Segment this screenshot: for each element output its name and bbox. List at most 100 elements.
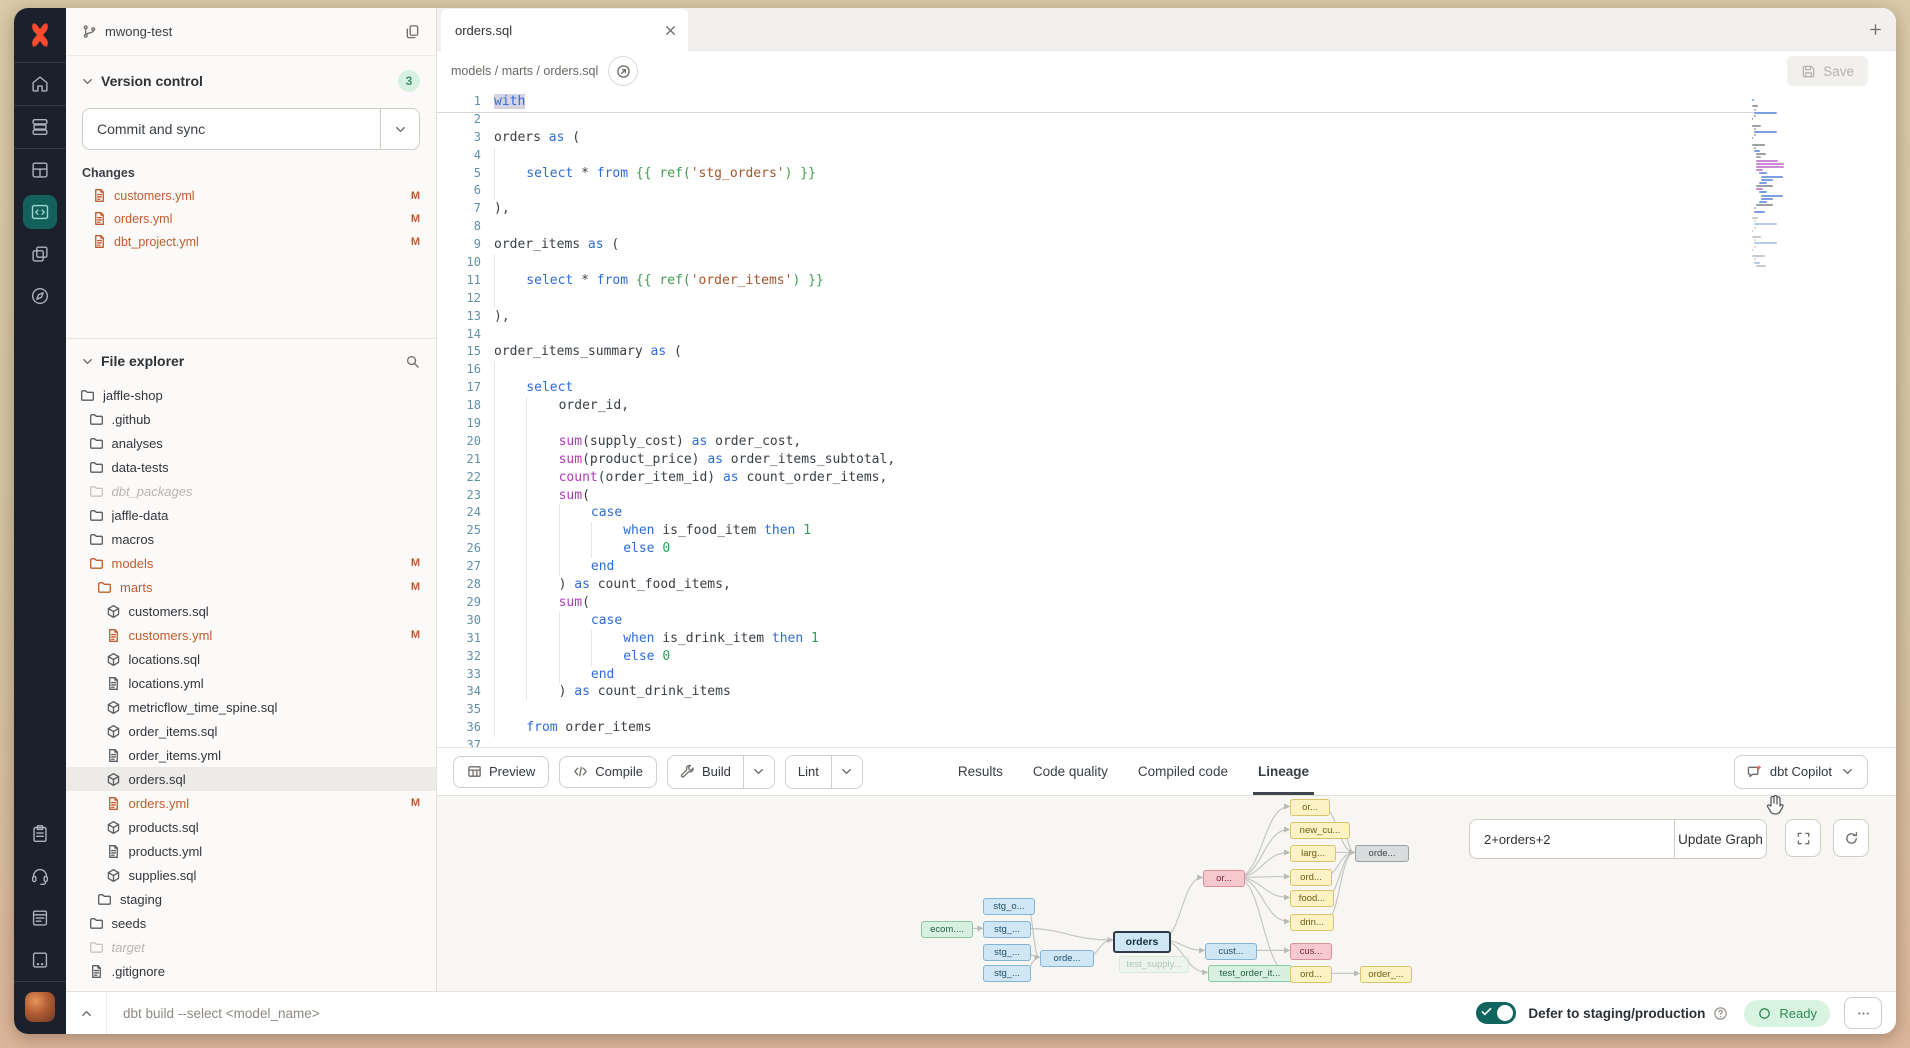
refresh-graph-button[interactable] — [1833, 819, 1869, 857]
code-line[interactable]: 12 — [437, 290, 1896, 308]
search-icon[interactable] — [405, 354, 420, 369]
tree-item[interactable]: .github — [66, 407, 436, 431]
lineage-node[interactable]: ord... — [1290, 966, 1332, 983]
lineage-node[interactable]: or... — [1203, 870, 1245, 887]
nav-apps-icon[interactable] — [14, 939, 66, 981]
version-control-title[interactable]: Version control — [101, 73, 398, 89]
tree-item[interactable]: .gitignore — [66, 959, 436, 983]
lineage-node[interactable]: cus... — [1290, 943, 1332, 960]
nav-docs-icon[interactable] — [14, 897, 66, 939]
lineage-node[interactable]: cust... — [1205, 943, 1257, 960]
code-line[interactable]: 11 select * from {{ ref('order_items') }… — [437, 272, 1896, 290]
expand-command-bar-button[interactable] — [66, 992, 107, 1034]
tree-item[interactable]: order_items.yml — [66, 743, 436, 767]
lineage-node[interactable]: stg_... — [983, 944, 1031, 961]
nav-support-icon[interactable] — [14, 855, 66, 897]
tree-item[interactable]: macros — [66, 527, 436, 551]
code-line[interactable]: 18 order_id, — [437, 397, 1896, 415]
code-line[interactable]: 31 when is_drink_item then 1 — [437, 630, 1896, 648]
tab-compiled-code[interactable]: Compiled code — [1123, 748, 1243, 795]
code-line[interactable]: 13), — [437, 308, 1896, 326]
nav-explore-icon[interactable] — [14, 275, 66, 317]
lineage-selector-input[interactable] — [1470, 820, 1674, 858]
nav-home-icon[interactable] — [14, 63, 66, 105]
code-line[interactable]: 20 sum(supply_cost) as order_cost, — [437, 433, 1896, 451]
code-line[interactable]: 7), — [437, 200, 1896, 218]
nav-develop-icon[interactable] — [14, 191, 66, 233]
code-line[interactable]: 15order_items_summary as ( — [437, 343, 1896, 361]
code-line[interactable]: 14 — [437, 326, 1896, 344]
editor-minimap[interactable] — [1752, 99, 1814, 291]
tree-item[interactable]: jaffle-data — [66, 503, 436, 527]
tree-item[interactable]: target — [66, 935, 436, 959]
tree-item[interactable]: analyses — [66, 431, 436, 455]
code-line[interactable]: 6 — [437, 182, 1896, 200]
lint-options-chevron[interactable] — [831, 756, 862, 788]
code-line[interactable]: 35 — [437, 701, 1896, 719]
nav-warehouse-icon[interactable] — [14, 106, 66, 148]
lineage-node[interactable]: test_supply... — [1119, 956, 1189, 973]
tree-item[interactable]: order_items.sql — [66, 719, 436, 743]
lineage-node[interactable]: orders — [1113, 931, 1171, 953]
lineage-node[interactable]: stg_... — [983, 921, 1031, 938]
code-line[interactable]: 22 count(order_item_id) as count_order_i… — [437, 469, 1896, 487]
tree-item[interactable]: martsM — [66, 575, 436, 599]
code-line[interactable]: 36 from order_items — [437, 719, 1896, 737]
tree-item[interactable]: modelsM — [66, 551, 436, 575]
tree-item[interactable]: customers.ymlM — [66, 623, 436, 647]
nav-orchestrate-icon[interactable] — [14, 233, 66, 275]
copy-pages-icon[interactable] — [405, 24, 420, 39]
fullscreen-button[interactable] — [1785, 819, 1821, 857]
lineage-node[interactable]: food... — [1290, 890, 1334, 907]
lineage-node[interactable]: orde... — [1355, 845, 1409, 862]
dbt-copilot-button[interactable]: dbt Copilot — [1734, 755, 1868, 789]
new-tab-button[interactable] — [1854, 8, 1896, 50]
more-options-button[interactable] — [1844, 997, 1882, 1029]
lineage-node[interactable]: test_order_it... — [1208, 965, 1292, 982]
lineage-node[interactable]: or... — [1290, 799, 1330, 816]
lint-button[interactable]: Lint — [785, 755, 863, 789]
tree-item[interactable]: data-tests — [66, 455, 436, 479]
code-line[interactable]: 33 end — [437, 666, 1896, 684]
lineage-node[interactable]: stg_... — [983, 965, 1031, 982]
lineage-node[interactable]: drin... — [1290, 914, 1334, 931]
save-button[interactable]: Save — [1787, 56, 1868, 86]
change-item[interactable]: dbt_project.ymlM — [66, 230, 436, 253]
code-line[interactable]: 32 else 0 — [437, 648, 1896, 666]
code-line[interactable]: 10 — [437, 254, 1896, 272]
code-line[interactable]: 34 ) as count_drink_items — [437, 683, 1896, 701]
help-icon[interactable] — [1713, 1006, 1728, 1021]
code-line[interactable]: 24 case — [437, 504, 1896, 522]
command-input[interactable]: dbt build --select <model_name> — [123, 1006, 1476, 1021]
change-item[interactable]: customers.ymlM — [66, 184, 436, 207]
tab-code-quality[interactable]: Code quality — [1018, 748, 1123, 795]
code-line[interactable]: 8 — [437, 218, 1896, 236]
tree-item[interactable]: staging — [66, 887, 436, 911]
preview-button[interactable]: Preview — [453, 756, 549, 788]
tree-item[interactable]: dbt_packages — [66, 479, 436, 503]
tree-item[interactable]: orders.sql — [66, 767, 436, 791]
compile-button[interactable]: Compile — [559, 756, 657, 788]
update-graph-button[interactable]: Update Graph — [1674, 820, 1766, 858]
tree-item[interactable]: customers.sql — [66, 599, 436, 623]
lineage-node[interactable]: new_cu... — [1290, 822, 1350, 839]
lineage-node[interactable]: order_... — [1360, 966, 1412, 983]
code-line[interactable]: 19 — [437, 415, 1896, 433]
open-docs-icon[interactable] — [608, 56, 638, 86]
tree-item[interactable]: orders.ymlM — [66, 791, 436, 815]
lineage-panel[interactable]: ecom....stg_o...stg_...stg_...stg_...ord… — [437, 795, 1896, 991]
tab-orders-sql[interactable]: orders.sql — [441, 9, 688, 51]
code-line[interactable]: 2 — [437, 111, 1896, 129]
tree-item[interactable]: products.yml — [66, 839, 436, 863]
lineage-node[interactable]: larg... — [1290, 845, 1336, 862]
lineage-node[interactable]: ord... — [1290, 869, 1332, 886]
code-line[interactable]: 3orders as ( — [437, 129, 1896, 147]
tree-item[interactable]: seeds — [66, 911, 436, 935]
tab-results[interactable]: Results — [943, 748, 1018, 795]
build-options-chevron[interactable] — [743, 756, 774, 788]
commit-and-sync-button[interactable]: Commit and sync — [82, 108, 420, 150]
tree-item[interactable]: locations.yml — [66, 671, 436, 695]
code-line[interactable]: 37 — [437, 737, 1896, 747]
code-line[interactable]: 5 select * from {{ ref('stg_orders') }} — [437, 165, 1896, 183]
code-line[interactable]: 9order_items as ( — [437, 236, 1896, 254]
